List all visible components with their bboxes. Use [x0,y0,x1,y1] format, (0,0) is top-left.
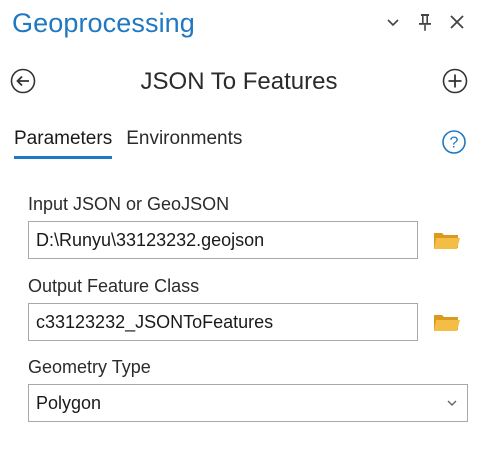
pane-title: Geoprocessing [12,8,195,38]
output-feature-class-label: Output Feature Class [28,276,200,296]
geometry-type-select[interactable]: Polygon [28,384,468,422]
output-feature-class-value: c33123232_JSONToFeatures [36,311,274,332]
input-json-field[interactable]: D:\Runyu\33123232.geojson [28,221,418,259]
help-question-circle-icon[interactable]: ? [440,128,468,156]
dropdown-chevron-down-icon [446,399,458,407]
browse-input-folder-icon[interactable] [432,228,462,252]
pane-options-chevron-down-icon[interactable] [382,10,404,34]
output-feature-class-field[interactable]: c33123232_JSONToFeatures [28,303,418,341]
pane-window-controls [382,10,468,34]
geometry-type-value: Polygon [36,392,102,413]
geoprocessing-pane: Geoprocessing JSON To Features Parameter… [0,0,478,450]
input-json-value: D:\Runyu\33123232.geojson [36,229,265,250]
svg-text:?: ? [450,135,459,152]
tab-parameters[interactable]: Parameters [14,128,113,159]
tab-environments[interactable]: Environments [126,128,242,159]
pin-icon[interactable] [414,10,436,34]
tool-header: JSON To Features [0,60,478,104]
input-json-label: Input JSON or GeoJSON [28,194,230,214]
geometry-type-label: Geometry Type [28,357,151,377]
tool-tabs: Parameters Environments [14,128,242,159]
tool-title: JSON To Features [140,68,338,95]
close-icon[interactable] [446,10,468,34]
browse-output-folder-icon[interactable] [432,310,462,334]
add-plus-circle-icon[interactable] [440,66,470,96]
